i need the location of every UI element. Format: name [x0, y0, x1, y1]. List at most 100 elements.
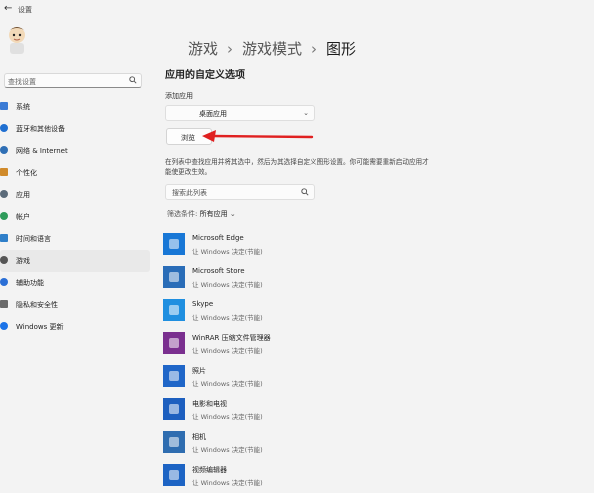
app-gpu-preference: 让 Windows 决定(节能)	[192, 479, 263, 487]
app-name: Microsoft Edge	[192, 234, 244, 242]
app-list-item[interactable]: Microsoft Store 让 Windows 决定(节能)	[163, 262, 463, 295]
sidebar-nav: 系统蓝牙和其他设备 网络 & Internet 个性化应用帐户时间和语言游戏辅助功能…	[0, 96, 150, 338]
video-editor-icon	[163, 464, 185, 486]
sidebar-item[interactable]: 蓝牙和其他设备	[0, 118, 150, 140]
description-text: 在列表中查找应用并将其选中，然后为其选择自定义图形设置。你可能需要重新启动应用才…	[165, 158, 429, 176]
app-gpu-preference: 让 Windows 决定(节能)	[192, 248, 263, 256]
app-list-item[interactable]: 电影和电视让 Windows 决定(节能)	[163, 394, 463, 427]
sidebar-item-label: 蓝牙和其他设备	[16, 125, 65, 133]
breadcrumb-item-game-mode[interactable]: 游戏模式	[242, 40, 302, 58]
person-icon	[0, 212, 8, 220]
sidebar-item[interactable]: 系统	[0, 96, 150, 118]
app-gpu-preference: 让 Windows 决定(节能)	[192, 413, 263, 421]
app-type-dropdown-value: 桌面应用	[199, 110, 227, 118]
window-title: 设置	[18, 6, 32, 14]
title-bar: ← 设置	[0, 0, 594, 20]
browse-button-label: 浏览	[181, 134, 195, 142]
app-name: WinRAR 压缩文件管理器	[192, 334, 271, 342]
sidebar-item[interactable]: 游戏	[0, 250, 150, 272]
app-name: 视频编辑器	[192, 466, 227, 474]
breadcrumb-item-gaming[interactable]: 游戏	[188, 40, 218, 58]
chevron-down-icon: ⌄	[229, 210, 236, 218]
sidebar-item[interactable]: 隐私和安全性	[0, 294, 150, 316]
sidebar-item-label: 个性化	[16, 169, 37, 177]
filter-control[interactable]: 筛选条件: 所有应用 ⌄	[167, 209, 236, 219]
sidebar-item[interactable]: Windows 更新	[0, 316, 150, 338]
sidebar-item-label: 网络 & Internet	[16, 147, 68, 155]
sidebar-item-label: 辅助功能	[16, 279, 44, 287]
app-type-dropdown[interactable]: 桌面应用 ⌄	[165, 105, 315, 121]
sidebar-item-label: Windows 更新	[16, 323, 64, 331]
avatar[interactable]	[4, 24, 30, 56]
app-icon-glyph	[169, 437, 179, 447]
sidebar-item-label: 隐私和安全性	[16, 301, 58, 309]
app-name: Skype	[192, 300, 214, 308]
app-list-item[interactable]: Skype 让 Windows 决定(节能)	[163, 295, 463, 328]
camera-icon	[163, 431, 185, 453]
sidebar-item-label: 游戏	[16, 257, 30, 265]
chevron-down-icon: ⌄	[303, 109, 309, 117]
breadcrumb: 游戏 › 游戏模式 › 图形	[188, 38, 356, 59]
add-app-label: 添加应用	[165, 92, 193, 100]
movies-icon	[163, 398, 185, 420]
app-icon-glyph	[169, 338, 179, 348]
sidebar-item-label: 帐户	[16, 213, 30, 221]
edge-icon	[163, 233, 185, 255]
breadcrumb-separator: ›	[311, 40, 318, 58]
store-icon	[163, 266, 185, 288]
sidebar-item-label: 系统	[16, 103, 30, 111]
globe-clock-icon	[0, 234, 8, 242]
app-icon-glyph	[169, 404, 179, 414]
sidebar-item[interactable]: 时间和语言	[0, 228, 150, 250]
skype-icon	[163, 299, 185, 321]
back-arrow-icon[interactable]: ←	[4, 3, 12, 14]
sidebar-item-label: 应用	[16, 191, 30, 199]
app-name: 相机	[192, 433, 206, 441]
app-icon-glyph	[169, 305, 179, 315]
app-icon-glyph	[169, 239, 179, 249]
gamepad-icon	[0, 256, 8, 264]
sidebar-item[interactable]: 应用	[0, 184, 150, 206]
app-list-item[interactable]: 照片让 Windows 决定(节能)	[163, 361, 463, 394]
avatar-image	[8, 27, 26, 54]
shield-icon	[0, 300, 8, 308]
app-list-search-box[interactable]: 搜索此列表	[165, 184, 315, 200]
app-gpu-preference: 让 Windows 决定(节能)	[192, 281, 263, 289]
app-name: 电影和电视	[192, 400, 227, 408]
accessibility-icon	[0, 278, 8, 286]
brush-icon	[0, 168, 8, 176]
app-list-search-placeholder: 搜索此列表	[172, 189, 207, 197]
filter-value: 所有应用	[199, 210, 228, 218]
app-list-item[interactable]: 相机让 Windows 决定(节能)	[163, 427, 463, 460]
app-icon-glyph	[169, 272, 179, 282]
app-list-item[interactable]: Microsoft Edge 让 Windows 决定(节能)	[163, 229, 463, 262]
app-gpu-preference: 让 Windows 决定(节能)	[192, 314, 263, 322]
sidebar-item-label: 时间和语言	[16, 235, 51, 243]
search-icon	[129, 76, 137, 84]
sidebar-item[interactable]: 个性化	[0, 162, 150, 184]
settings-search-placeholder: 查找设置	[8, 78, 36, 86]
photos-icon	[163, 365, 185, 387]
bluetooth-icon	[0, 124, 8, 132]
sidebar-item[interactable]: 帐户	[0, 206, 150, 228]
app-list-item[interactable]: 视频编辑器让 Windows 决定(节能)	[163, 460, 463, 493]
breadcrumb-item-graphics: 图形	[326, 40, 357, 58]
update-icon	[0, 322, 8, 330]
red-arrow-annotation	[202, 130, 314, 142]
settings-search-box[interactable]: 查找设置	[4, 73, 142, 88]
sidebar-item[interactable]: 网络 & Internet	[0, 140, 150, 162]
app-name: 照片	[192, 367, 206, 375]
section-title: 应用的自定义选项	[165, 70, 245, 81]
apps-icon	[0, 190, 8, 198]
search-icon	[301, 188, 309, 196]
filter-label: 筛选条件:	[167, 210, 198, 218]
app-icon-glyph	[169, 371, 179, 381]
monitor-icon	[0, 102, 8, 110]
sidebar-item[interactable]: 辅助功能	[0, 272, 150, 294]
wifi-icon	[0, 146, 8, 154]
app-list: Microsoft Edge 让 Windows 决定(节能) Microsoft …	[163, 229, 463, 493]
app-gpu-preference: 让 Windows 决定(节能)	[192, 347, 263, 355]
app-list-item[interactable]: WinRAR 压缩文件管理器让 Windows 决定(节能)	[163, 328, 463, 361]
app-gpu-preference: 让 Windows 决定(节能)	[192, 446, 263, 454]
app-icon-glyph	[169, 470, 179, 480]
